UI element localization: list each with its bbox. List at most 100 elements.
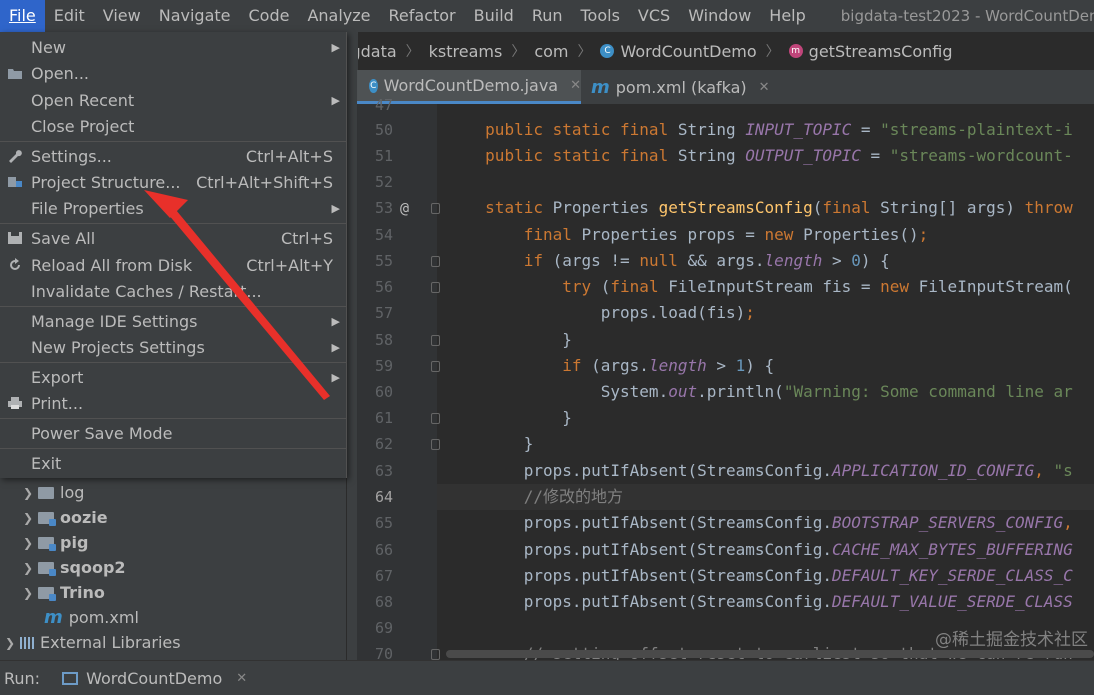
breadcrumb-item-package-kstreams[interactable]: kstreams	[429, 42, 503, 61]
menu-item-invalidate-caches[interactable]: Invalidate Caches / Restart...	[0, 278, 346, 304]
project-tree: ❯ log ❯ oozie ❯ pig ❯ sqoop2 ❯ Trino m p…	[0, 478, 346, 660]
file-menu-dropdown: New ▶ Open... Open Recent ▶ Close Projec…	[0, 32, 347, 478]
line-number: 54	[374, 226, 393, 244]
code-line: }	[562, 330, 572, 349]
menu-run[interactable]: Run	[523, 0, 572, 32]
menu-separator	[0, 141, 346, 142]
line-number: 65	[374, 514, 393, 532]
java-class-icon: C	[369, 78, 378, 93]
tree-item-pig[interactable]: ❯ pig	[0, 530, 88, 555]
line-number: 62	[374, 435, 393, 453]
code-editor[interactable]: public static final String INPUT_TOPIC =…	[437, 104, 1094, 660]
line-number: 60	[374, 383, 393, 401]
horizontal-scrollbar[interactable]	[446, 650, 1094, 658]
code-line-current: //修改的地方	[437, 484, 1094, 510]
run-tab-wordcountdemo[interactable]: WordCountDemo ✕	[62, 669, 247, 688]
chevron-right-icon[interactable]: ❯	[18, 586, 38, 600]
close-icon[interactable]: ✕	[236, 671, 247, 686]
tab-pom-xml[interactable]: m pom.xml (kafka) ✕	[587, 70, 787, 104]
folder-icon	[38, 486, 54, 499]
method-icon: m	[788, 44, 803, 58]
menu-item-project-structure[interactable]: Project Structure... Ctrl+Alt+Shift+S	[0, 169, 346, 195]
tree-item-sqoop2[interactable]: ❯ sqoop2	[0, 555, 126, 580]
tree-item-trino[interactable]: ❯ Trino	[0, 580, 105, 605]
breadcrumb-item-package-com[interactable]: com	[534, 42, 568, 61]
menu-bar: File Edit View Navigate Code Analyze Ref…	[0, 0, 1094, 32]
line-number: 69	[374, 619, 393, 637]
submenu-arrow-icon: ▶	[331, 93, 340, 107]
line-number: 47	[374, 96, 393, 114]
menu-edit[interactable]: Edit	[45, 0, 94, 32]
chevron-right-icon[interactable]: ❯	[0, 636, 20, 650]
menu-item-new[interactable]: New ▶	[0, 34, 346, 60]
menu-refactor[interactable]: Refactor	[380, 0, 465, 32]
menu-item-settings[interactable]: Settings... Ctrl+Alt+S	[0, 143, 346, 169]
menu-build[interactable]: Build	[465, 0, 523, 32]
menu-item-reload-all[interactable]: Reload All from Disk Ctrl+Alt+Y	[0, 252, 346, 278]
code-line: public static final String INPUT_TOPIC =…	[485, 120, 1073, 139]
chevron-right-icon: 〉	[405, 44, 420, 60]
menu-item-exit[interactable]: Exit	[0, 450, 346, 476]
tree-item-oozie[interactable]: ❯ oozie	[0, 505, 108, 530]
menu-file[interactable]: File	[0, 0, 45, 32]
breadcrumb: igdata 〉 kstreams 〉 com 〉 C WordCountDemo…	[346, 36, 1094, 66]
submenu-arrow-icon: ▶	[331, 40, 340, 54]
submenu-arrow-icon: ▶	[331, 201, 340, 215]
code-line: System.out.println("Warning: Some comman…	[600, 382, 1073, 401]
line-number: 50	[374, 121, 393, 139]
code-line: public static final String OUTPUT_TOPIC …	[485, 146, 1073, 165]
close-icon[interactable]: ✕	[570, 78, 581, 93]
close-icon[interactable]: ✕	[759, 80, 770, 95]
menu-item-open[interactable]: Open...	[0, 60, 346, 86]
submenu-arrow-icon: ▶	[331, 370, 340, 384]
menu-item-file-properties[interactable]: File Properties ▶	[0, 195, 346, 221]
override-marker-icon[interactable]: @	[400, 195, 409, 221]
code-line: try (final FileInputStream fis = new Fil…	[562, 277, 1073, 296]
chevron-right-icon[interactable]: ❯	[18, 511, 38, 525]
menu-code[interactable]: Code	[240, 0, 299, 32]
menu-separator	[0, 362, 346, 363]
menu-item-print[interactable]: Print...	[0, 390, 346, 416]
menu-vcs[interactable]: VCS	[629, 0, 679, 32]
menu-separator	[0, 448, 346, 449]
breadcrumb-item-method[interactable]: m getStreamsConfig	[788, 42, 953, 61]
menu-help[interactable]: Help	[760, 0, 814, 32]
code-line: props.putIfAbsent(StreamsConfig.DEFAULT_…	[523, 566, 1073, 585]
menu-navigate[interactable]: Navigate	[150, 0, 240, 32]
tree-item-log[interactable]: ❯ log	[0, 480, 84, 505]
menu-item-save-all[interactable]: Save All Ctrl+S	[0, 225, 346, 251]
breadcrumb-item-class[interactable]: C WordCountDemo	[600, 42, 757, 61]
window-title: bigdata-test2023 - WordCountDemo.java [k…	[840, 7, 1094, 25]
menu-tools[interactable]: Tools	[572, 0, 629, 32]
menu-item-manage-ide-settings[interactable]: Manage IDE Settings ▶	[0, 308, 346, 334]
maven-icon: m	[44, 607, 63, 628]
menu-analyze[interactable]: Analyze	[298, 0, 379, 32]
module-folder-icon	[38, 536, 56, 551]
line-number: 63	[374, 462, 393, 480]
code-line: final Properties props = new Properties(…	[523, 225, 929, 244]
chevron-right-icon[interactable]: ❯	[18, 486, 38, 500]
submenu-arrow-icon: ▶	[331, 340, 340, 354]
menu-item-power-save-mode[interactable]: Power Save Mode	[0, 420, 346, 446]
run-config-icon	[62, 671, 79, 685]
save-icon	[8, 232, 22, 244]
chevron-right-icon[interactable]: ❯	[18, 561, 38, 575]
menu-item-export[interactable]: Export ▶	[0, 364, 346, 390]
code-line: if (args != null && args.length > 0) {	[523, 251, 890, 270]
menu-item-open-recent[interactable]: Open Recent ▶	[0, 87, 346, 113]
tree-item-pom-xml[interactable]: m pom.xml	[0, 605, 139, 630]
folder-open-icon	[8, 69, 22, 79]
run-tool-bar: Run: WordCountDemo ✕	[0, 660, 1094, 695]
menu-item-new-projects-settings[interactable]: New Projects Settings ▶	[0, 334, 346, 360]
code-line: props.putIfAbsent(StreamsConfig.BOOTSTRA…	[523, 513, 1073, 532]
line-number: 55	[374, 252, 393, 270]
line-number: 53	[374, 199, 393, 217]
line-number: 66	[374, 541, 393, 559]
libraries-icon	[20, 636, 34, 649]
refresh-icon	[10, 258, 20, 270]
menu-window[interactable]: Window	[679, 0, 760, 32]
tree-item-external-libraries[interactable]: ❯ External Libraries	[0, 630, 181, 655]
menu-item-close-project[interactable]: Close Project	[0, 113, 346, 139]
chevron-right-icon[interactable]: ❯	[18, 536, 38, 550]
menu-view[interactable]: View	[94, 0, 150, 32]
